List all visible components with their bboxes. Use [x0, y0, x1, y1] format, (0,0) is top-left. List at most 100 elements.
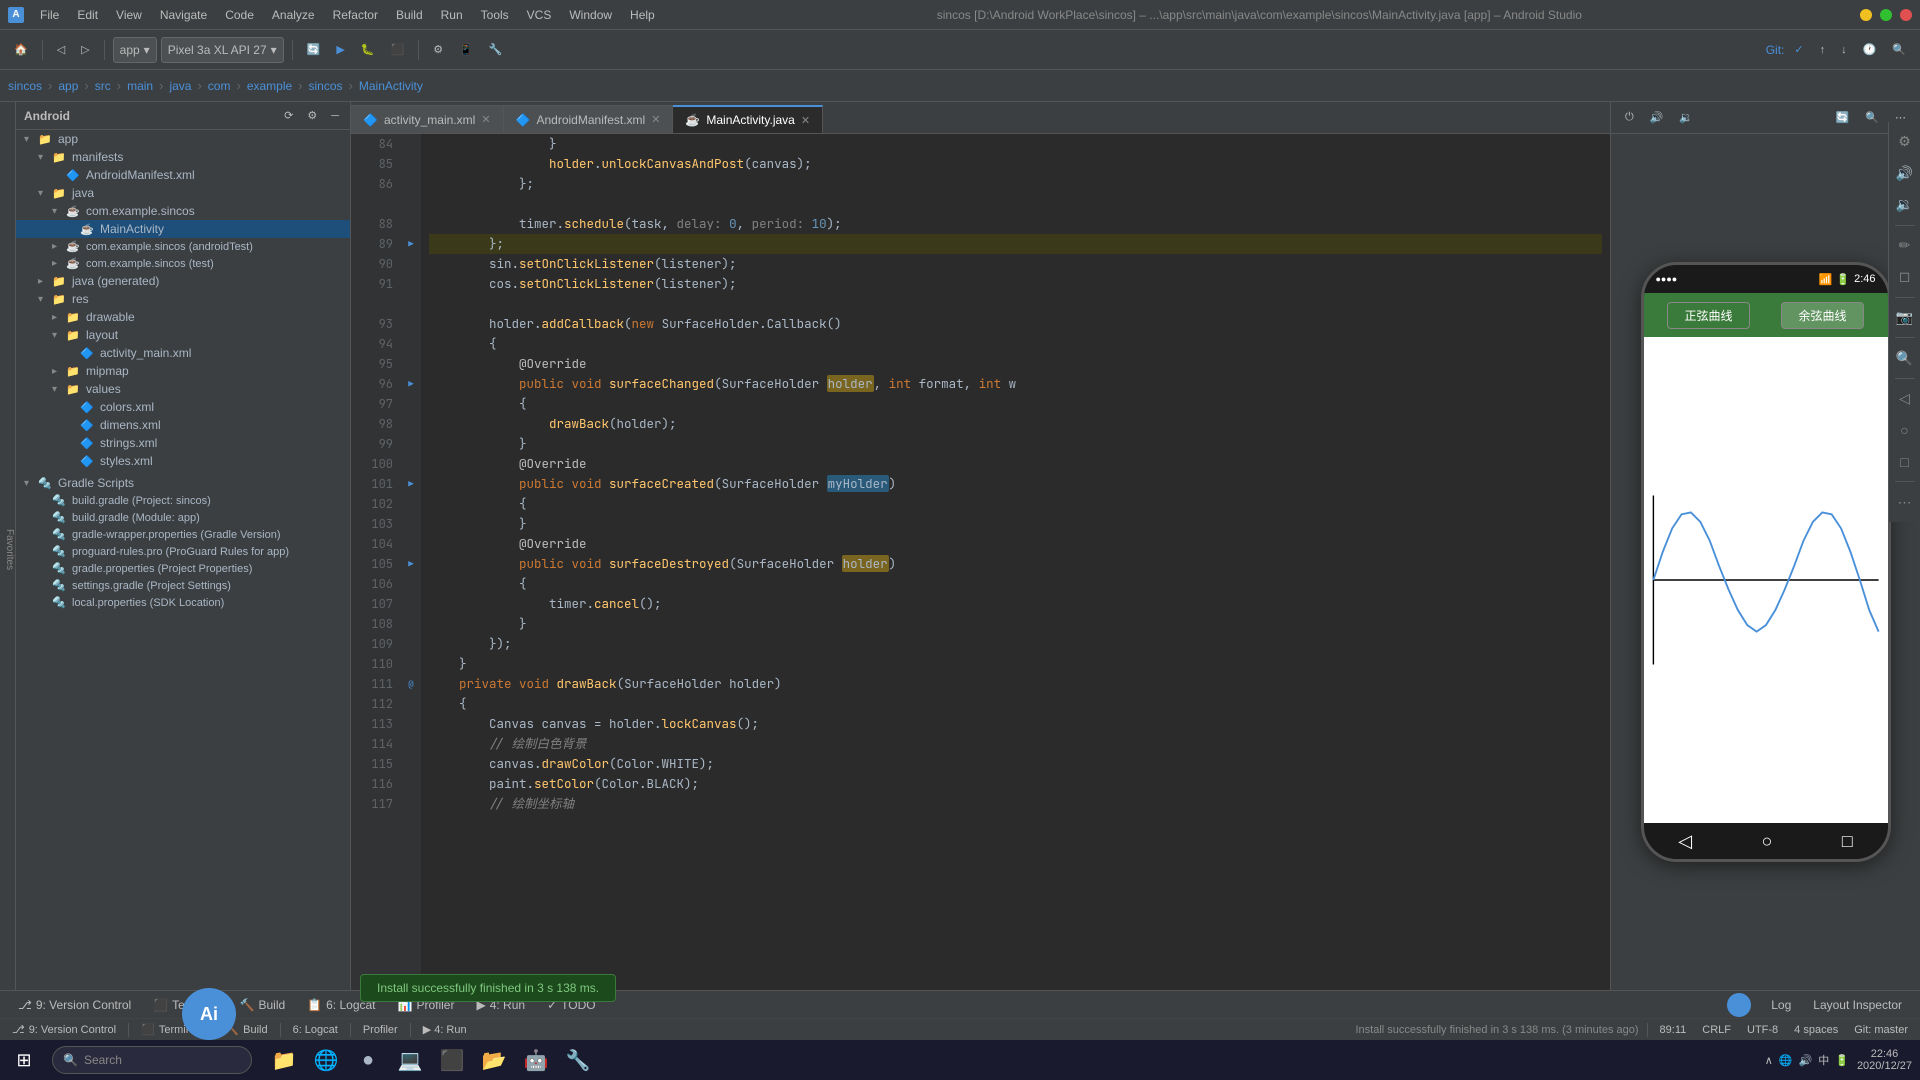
panel-volume-low-icon[interactable]: 🔉 — [1893, 193, 1917, 217]
taskbar-terminal-app-icon[interactable]: ⬛ — [432, 1040, 472, 1080]
status-git-icon[interactable]: ⎇ 9: Version Control — [8, 1023, 120, 1036]
ai-assistant-badge[interactable]: Ai — [182, 988, 236, 1040]
panel-eraser-icon[interactable]: ◻ — [1893, 265, 1917, 289]
phone-back-btn[interactable]: ◁ — [1678, 831, 1692, 852]
menu-help[interactable]: Help — [626, 6, 659, 24]
sidebar-sync-btn[interactable]: ⟳ — [281, 102, 296, 130]
device-power-btn[interactable]: ⏻ — [1619, 104, 1640, 132]
git-history-btn[interactable]: 🕐 — [1857, 36, 1883, 64]
menu-window[interactable]: Window — [565, 6, 616, 24]
tree-item-proguard[interactable]: 🔩 proguard-rules.pro (ProGuard Rules for… — [16, 543, 350, 560]
tree-item-gradle-scripts[interactable]: ▾ 🔩 Gradle Scripts — [16, 474, 350, 492]
menu-navigate[interactable]: Navigate — [156, 6, 211, 24]
menu-refactor[interactable]: Refactor — [329, 6, 382, 24]
tray-battery-icon[interactable]: 🔋 — [1835, 1054, 1849, 1067]
status-logcat-item[interactable]: 6: Logcat — [289, 1024, 342, 1036]
menu-tools[interactable]: Tools — [477, 6, 513, 24]
tab-androidmanifest-xml[interactable]: 🔷 AndroidManifest.xml ✕ — [504, 105, 674, 133]
status-indent[interactable]: 4 spaces — [1790, 1024, 1842, 1036]
tab-log[interactable]: Log — [1761, 993, 1801, 1017]
search-btn[interactable]: 🔍 — [1886, 36, 1912, 64]
tree-item-java[interactable]: ▾ 📁 java — [16, 184, 350, 202]
tree-item-gradle-wrapper[interactable]: 🔩 gradle-wrapper.properties (Gradle Vers… — [16, 526, 350, 543]
code-lines[interactable]: } holder.unlockCanvasAndPost(canvas); };… — [421, 134, 1610, 990]
tree-item-build-gradle-app[interactable]: 🔩 build.gradle (Module: app) — [16, 509, 350, 526]
tree-item-manifests[interactable]: ▾ 📁 manifests — [16, 148, 350, 166]
code-editor[interactable]: 84 85 86 88 89 90 91 93 94 95 96 97 98 9… — [351, 134, 1610, 990]
status-profiler-item[interactable]: Profiler — [359, 1024, 402, 1036]
breadcrumb-app[interactable]: app — [58, 79, 78, 93]
toolbar-btn-forward[interactable]: ▷ — [75, 36, 95, 64]
breadcrumb-src[interactable]: src — [95, 79, 111, 93]
breadcrumb-main[interactable]: main — [127, 79, 153, 93]
tree-item-app[interactable]: ▾ 📁 app — [16, 130, 350, 148]
status-git-branch[interactable]: Git: master — [1850, 1024, 1912, 1036]
device-zoom-in-btn[interactable]: 🔍 — [1859, 104, 1885, 132]
sidebar-gear-btn[interactable]: ⚙ — [304, 102, 320, 130]
tree-item-local-properties[interactable]: 🔩 local.properties (SDK Location) — [16, 594, 350, 611]
panel-square-icon[interactable]: □ — [1893, 450, 1917, 474]
status-charset[interactable]: UTF-8 — [1743, 1024, 1782, 1036]
run-btn[interactable]: ▶ — [330, 36, 350, 64]
status-cursor-pos[interactable]: 89:11 — [1656, 1024, 1691, 1036]
phone-cos-tab[interactable]: 余弦曲线 — [1781, 302, 1863, 329]
breadcrumb-sincos[interactable]: sincos — [8, 79, 42, 93]
panel-volume-high-icon[interactable]: 🔊 — [1893, 162, 1917, 186]
tab-mainactivity-java[interactable]: ☕ MainActivity.java ✕ — [673, 105, 823, 133]
sync-btn[interactable]: 🔄 — [301, 36, 327, 64]
taskbar-chrome-icon[interactable]: ● — [348, 1040, 388, 1080]
tray-volume-icon[interactable]: 🔊 — [1799, 1054, 1813, 1067]
taskbar-search[interactable]: 🔍 Search — [52, 1046, 252, 1074]
breadcrumb-mainactivity[interactable]: MainActivity — [359, 79, 423, 93]
panel-circle-icon[interactable]: ○ — [1893, 418, 1917, 442]
close-button[interactable] — [1900, 9, 1912, 21]
git-push-btn[interactable]: ↑ — [1814, 36, 1832, 64]
close-tab-icon[interactable]: ✕ — [481, 113, 490, 126]
breadcrumb-java[interactable]: java — [169, 79, 191, 93]
menu-file[interactable]: File — [36, 6, 63, 24]
tab-activity-main-xml[interactable]: 🔷 activity_main.xml ✕ — [351, 105, 504, 133]
breadcrumb-com[interactable]: com — [208, 79, 231, 93]
sidebar-minimize-btn[interactable]: ─ — [328, 102, 342, 130]
debug-btn[interactable]: 🐛 — [355, 36, 381, 64]
tree-item-drawable[interactable]: ▸ 📁 drawable — [16, 308, 350, 326]
minimize-button[interactable] — [1860, 9, 1872, 21]
phone-recents-btn[interactable]: □ — [1842, 831, 1853, 852]
tray-network-icon[interactable]: 🌐 — [1779, 1054, 1793, 1067]
panel-camera-icon[interactable]: 📷 — [1893, 306, 1917, 330]
avd-btn[interactable]: 📱 — [453, 36, 479, 64]
menu-view[interactable]: View — [112, 6, 146, 24]
menu-edit[interactable]: Edit — [73, 6, 102, 24]
device-volume-up-btn[interactable]: 🔊 — [1644, 104, 1670, 132]
device-rotate-btn[interactable]: 🔄 — [1830, 104, 1856, 132]
favorites-label[interactable]: Favorites — [4, 529, 15, 570]
taskbar-explorer-icon[interactable]: 📁 — [264, 1040, 304, 1080]
close-java-tab-icon[interactable]: ✕ — [801, 114, 810, 127]
tree-item-strings-xml[interactable]: 🔷 strings.xml — [16, 434, 350, 452]
phone-sin-tab[interactable]: 正弦曲线 — [1667, 302, 1749, 329]
breadcrumb-example[interactable]: example — [247, 79, 292, 93]
taskbar-android-icon[interactable]: 🤖 — [516, 1040, 556, 1080]
tree-item-build-gradle-project[interactable]: 🔩 build.gradle (Project: sincos) — [16, 492, 350, 509]
tree-item-res[interactable]: ▾ 📁 res — [16, 290, 350, 308]
run-config-dropdown[interactable]: app ▾ — [113, 37, 157, 63]
phone-home-btn[interactable]: ○ — [1762, 831, 1773, 852]
breadcrumb-sincos2[interactable]: sincos — [309, 79, 343, 93]
stop-btn[interactable]: ⬛ — [385, 36, 411, 64]
git-checkmark-btn[interactable]: ✓ — [1788, 36, 1809, 64]
menu-code[interactable]: Code — [221, 6, 258, 24]
tray-up-icon[interactable]: ∧ — [1765, 1054, 1773, 1067]
taskbar-vs-icon[interactable]: 💻 — [390, 1040, 430, 1080]
tab-build[interactable]: 🔨 Build — [230, 993, 296, 1017]
gradle-sync-btn[interactable]: ⚙ — [427, 36, 449, 64]
panel-zoom-icon[interactable]: 🔍 — [1893, 346, 1917, 370]
tree-item-androidmanifest[interactable]: 🔷 AndroidManifest.xml — [16, 166, 350, 184]
panel-more-icon[interactable]: ⋯ — [1893, 490, 1917, 514]
tree-item-activity-main-xml[interactable]: 🔷 activity_main.xml — [16, 344, 350, 362]
status-run-item[interactable]: ▶ 4: Run — [419, 1023, 471, 1036]
tree-item-gradle-properties[interactable]: 🔩 gradle.properties (Project Properties) — [16, 560, 350, 577]
tree-item-styles-xml[interactable]: 🔷 styles.xml — [16, 452, 350, 470]
menu-analyze[interactable]: Analyze — [268, 6, 319, 24]
menu-vcs[interactable]: VCS — [523, 6, 556, 24]
sdk-btn[interactable]: 🔧 — [483, 36, 509, 64]
